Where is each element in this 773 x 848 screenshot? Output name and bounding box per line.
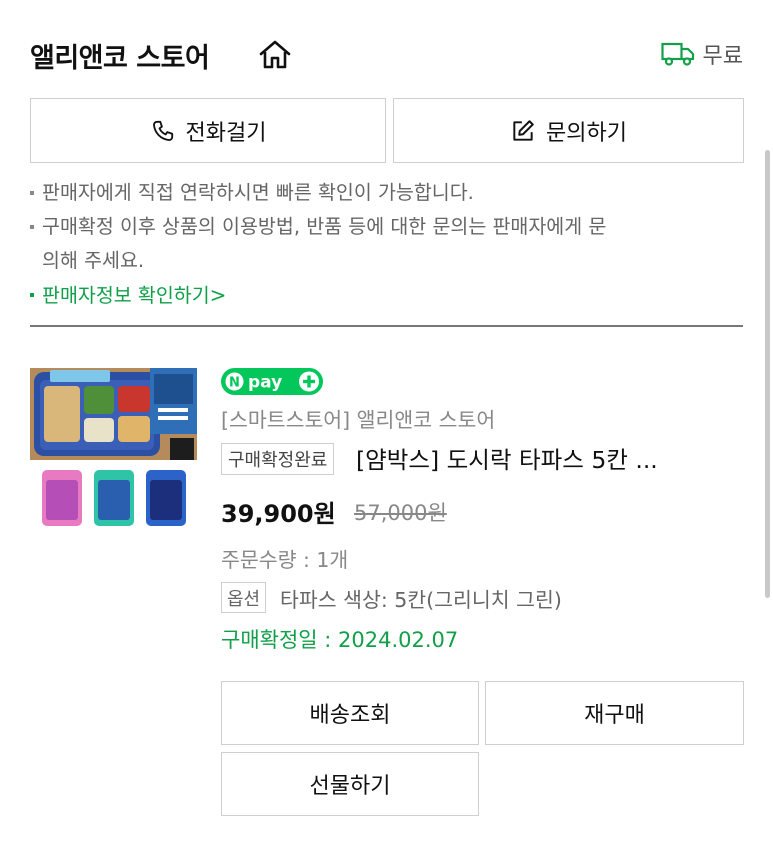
order-quantity: 주문수량 : 1개 [221,548,349,572]
product-price: 39,900원 [221,500,336,528]
svg-text:pay: pay [248,373,282,393]
call-button[interactable]: 전화걸기 [30,98,386,163]
track-delivery-button[interactable]: 배송조회 [221,681,479,745]
phone-icon [152,120,173,141]
shipping-label: 무료 [702,44,743,69]
shipping-info: 무료 [660,38,743,70]
section-divider [30,325,743,327]
svg-text:N: N [229,376,240,391]
option-value: 타파스 색상: 5칸(그리니치 그린) [280,588,562,612]
home-icon[interactable] [258,38,292,70]
chevron-right-icon: > [209,283,227,307]
product-image[interactable] [30,368,197,530]
seller-info-link-label: 판매자정보 확인하기 [42,284,210,307]
order-status-badge: 구매확정완료 [221,443,335,475]
note-inquiry: 구매확정 이후 상품의 이용방법, 반품 등에 대한 문의는 판매자에게 문 의… [30,210,745,278]
edit-icon [513,119,534,141]
seller-notes: 판매자에게 직접 연락하시면 빠른 확인이 가능합니다. 구매확정 이후 상품의… [30,176,745,313]
product-seller[interactable]: [스마트스토어] 앨리앤코 스토어 [221,403,495,433]
product-title[interactable]: [얌박스] 도시락 타파스 5칸 ... [356,441,658,475]
store-name[interactable]: 앨리앤코 스토어 [30,36,210,75]
seller-info-link[interactable]: 판매자정보 확인하기> [30,278,745,313]
original-price: 57,000원 [354,501,447,525]
inquiry-button[interactable]: 문의하기 [393,98,744,163]
scrollbar[interactable] [765,150,770,598]
note-inquiry-text-1: 구매확정 이후 상품의 이용방법, 반품 등에 대한 문의는 판매자에게 문 [42,215,607,238]
rebuy-label: 재구매 [584,703,645,728]
option-badge: 옵션 [221,582,267,613]
npay-plus-badge: N pay [221,368,323,395]
note-inquiry-text-2: 의해 주세요. [42,249,145,272]
rebuy-button[interactable]: 재구매 [485,681,744,745]
truck-icon [660,42,694,66]
gift-label: 선물하기 [309,774,391,799]
track-delivery-label: 배송조회 [309,703,391,728]
store-header: 앨리앤코 스토어 무료 [30,30,743,78]
inquiry-button-label: 문의하기 [546,120,627,146]
purchase-confirm-date: 구매확정일 : 2024.02.07 [221,628,459,652]
note-contact: 판매자에게 직접 연락하시면 빠른 확인이 가능합니다. [30,176,745,210]
call-button-label: 전화걸기 [185,120,267,146]
gift-button[interactable]: 선물하기 [221,752,479,816]
